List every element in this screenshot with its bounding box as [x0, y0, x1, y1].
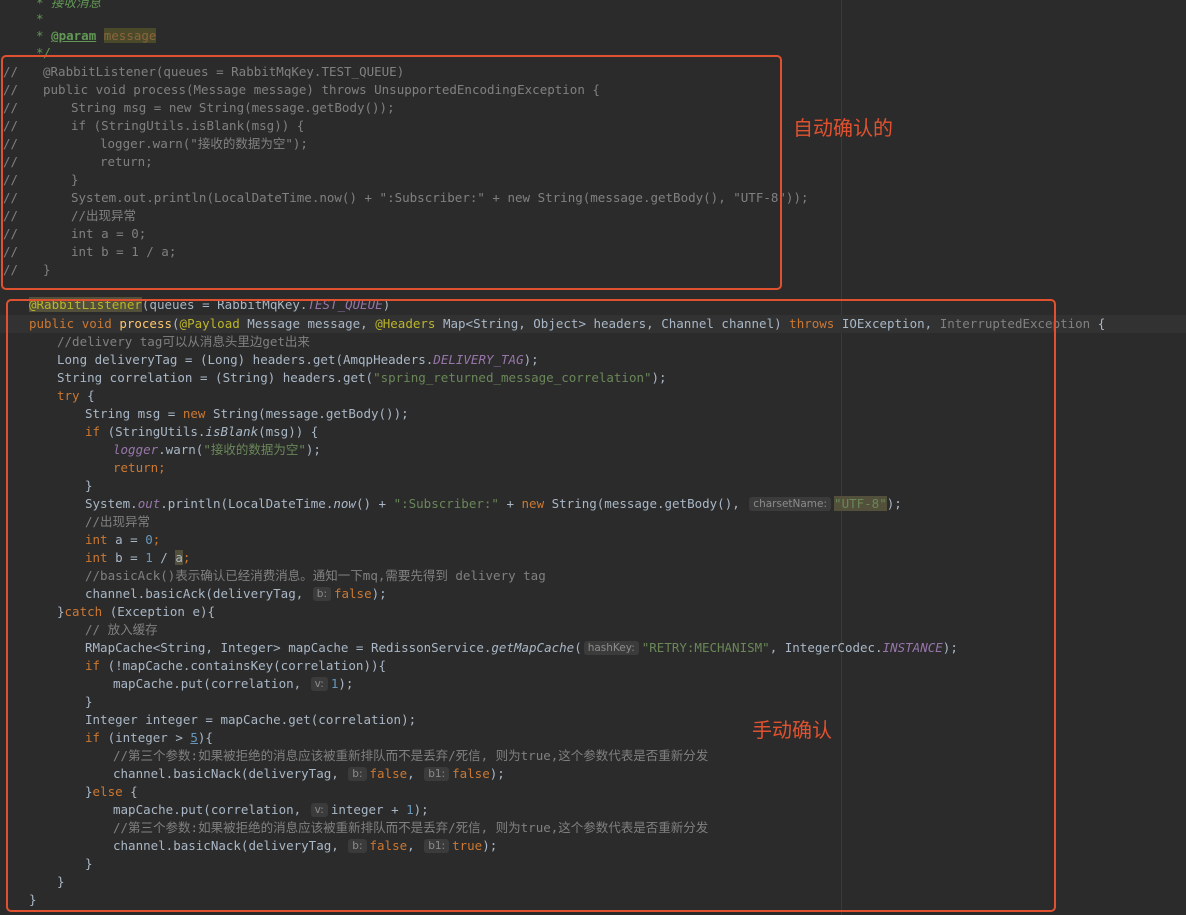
code-line: * [36, 11, 44, 26]
code-line: * @param message [36, 28, 157, 43]
auto-ack-label: 自动确认的 [793, 116, 893, 140]
auto-ack-highlight-box [1, 55, 782, 290]
code-editor[interactable]: * 接收消息 * * @param message */ //@RabbitLi… [0, 0, 1186, 915]
manual-ack-highlight-box [6, 299, 1056, 912]
manual-ack-label: 手动确认 [752, 718, 832, 742]
